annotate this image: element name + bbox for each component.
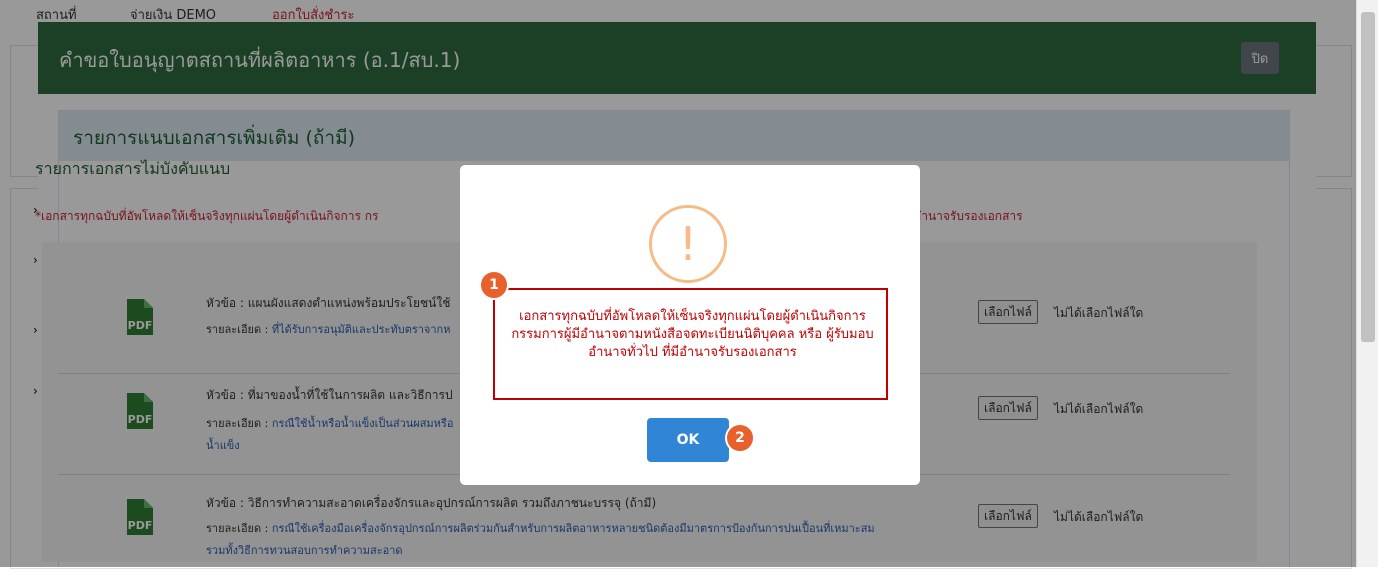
alert-dialog: ! เอกสารทุกฉบับที่อัพโหลดให้เซ็นจริงทุกแ…	[460, 165, 920, 485]
page-scrollbar[interactable]	[1356, 0, 1378, 567]
step-badge-1: 1	[479, 270, 509, 300]
ok-button[interactable]: OK	[647, 418, 729, 462]
scrollbar-thumb[interactable]	[1361, 12, 1375, 342]
alert-message: เอกสารทุกฉบับที่อัพโหลดให้เซ็นจริงทุกแผ่…	[511, 309, 874, 360]
warning-icon: !	[649, 205, 727, 283]
alert-message-box: เอกสารทุกฉบับที่อัพโหลดให้เซ็นจริงทุกแผ่…	[493, 288, 888, 400]
step-badge-2: 2	[725, 423, 755, 453]
